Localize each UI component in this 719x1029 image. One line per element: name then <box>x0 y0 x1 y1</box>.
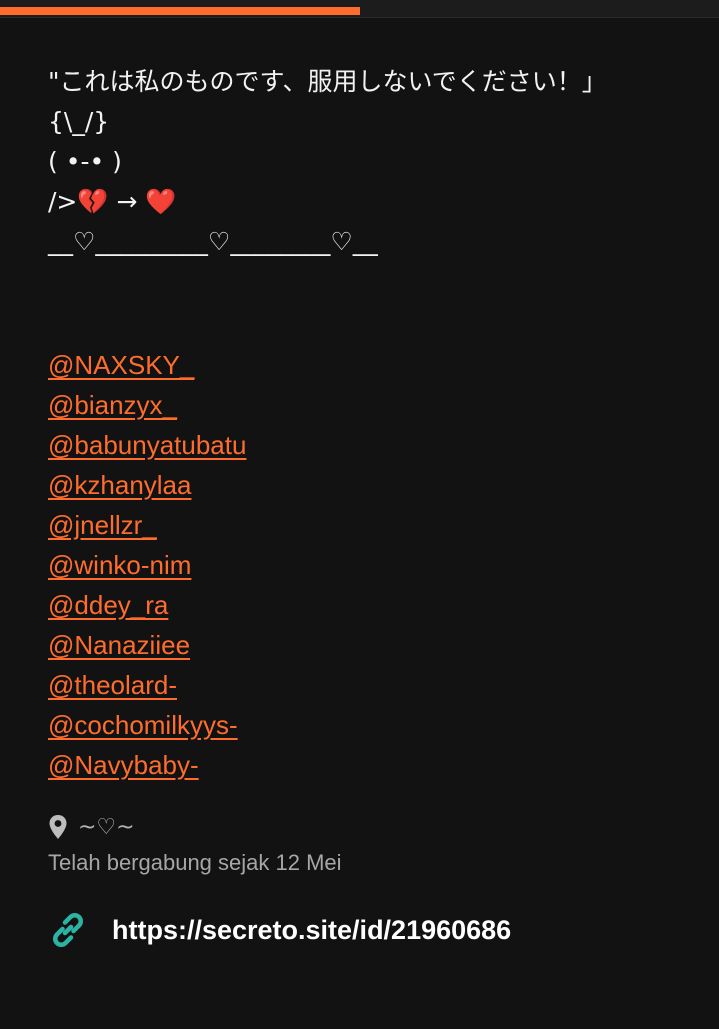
bio-line-face: ( •-• ) <box>48 147 122 176</box>
mention-link[interactable]: @theolard- <box>48 665 246 705</box>
bio-line-hands: />💔 → ❤️ <box>48 182 648 222</box>
mention-link[interactable]: @babunyatubatu <box>48 425 246 465</box>
link-icon <box>53 913 83 947</box>
profile-bio: "これは私のものです、服用しないでください！」 {\_/} ( •-• ) />… <box>48 62 648 262</box>
bio-line-quote: "これは私のものです、服用しないでください！」 <box>48 67 607 96</box>
mention-link[interactable]: @winko-nim <box>48 545 246 585</box>
progress-bar-fill <box>0 7 360 15</box>
location-text: ~♡~ <box>78 814 135 840</box>
map-pin-icon <box>49 815 67 839</box>
mention-link[interactable]: @cochomilkyys- <box>48 705 246 745</box>
bio-line-ears: {\_/} <box>48 107 110 136</box>
mention-link[interactable]: @Navybaby- <box>48 745 246 785</box>
bio-hands-text: /> <box>48 187 78 216</box>
heart-icon: ❤️ <box>145 187 177 216</box>
mention-link[interactable]: @kzhanylaa <box>48 465 246 505</box>
mention-link[interactable]: @jnellzr_ <box>48 505 246 545</box>
mention-link[interactable]: @ddey_ra <box>48 585 246 625</box>
mention-link[interactable]: @Nanaziiee <box>48 625 246 665</box>
broken-heart-icon: 💔 <box>77 187 109 216</box>
joined-date: Telah bergabung sejak 12 Mei <box>48 850 342 875</box>
arrow-icon: → <box>108 187 146 216</box>
mention-link[interactable]: @bianzyx_ <box>48 385 246 425</box>
mention-list: @NAXSKY_ @bianzyx_ @babunyatubatu @kzhan… <box>48 345 246 785</box>
bio-line-hearts: __♡_________♡________♡__ <box>48 227 378 256</box>
location-row: ~♡~ <box>48 814 135 840</box>
profile-url-link[interactable]: https://secreto.site/id/21960686 <box>112 915 511 946</box>
profile-link-row[interactable]: https://secreto.site/id/21960686 <box>48 910 511 950</box>
progress-bar <box>0 0 719 18</box>
mention-link[interactable]: @NAXSKY_ <box>48 345 246 385</box>
